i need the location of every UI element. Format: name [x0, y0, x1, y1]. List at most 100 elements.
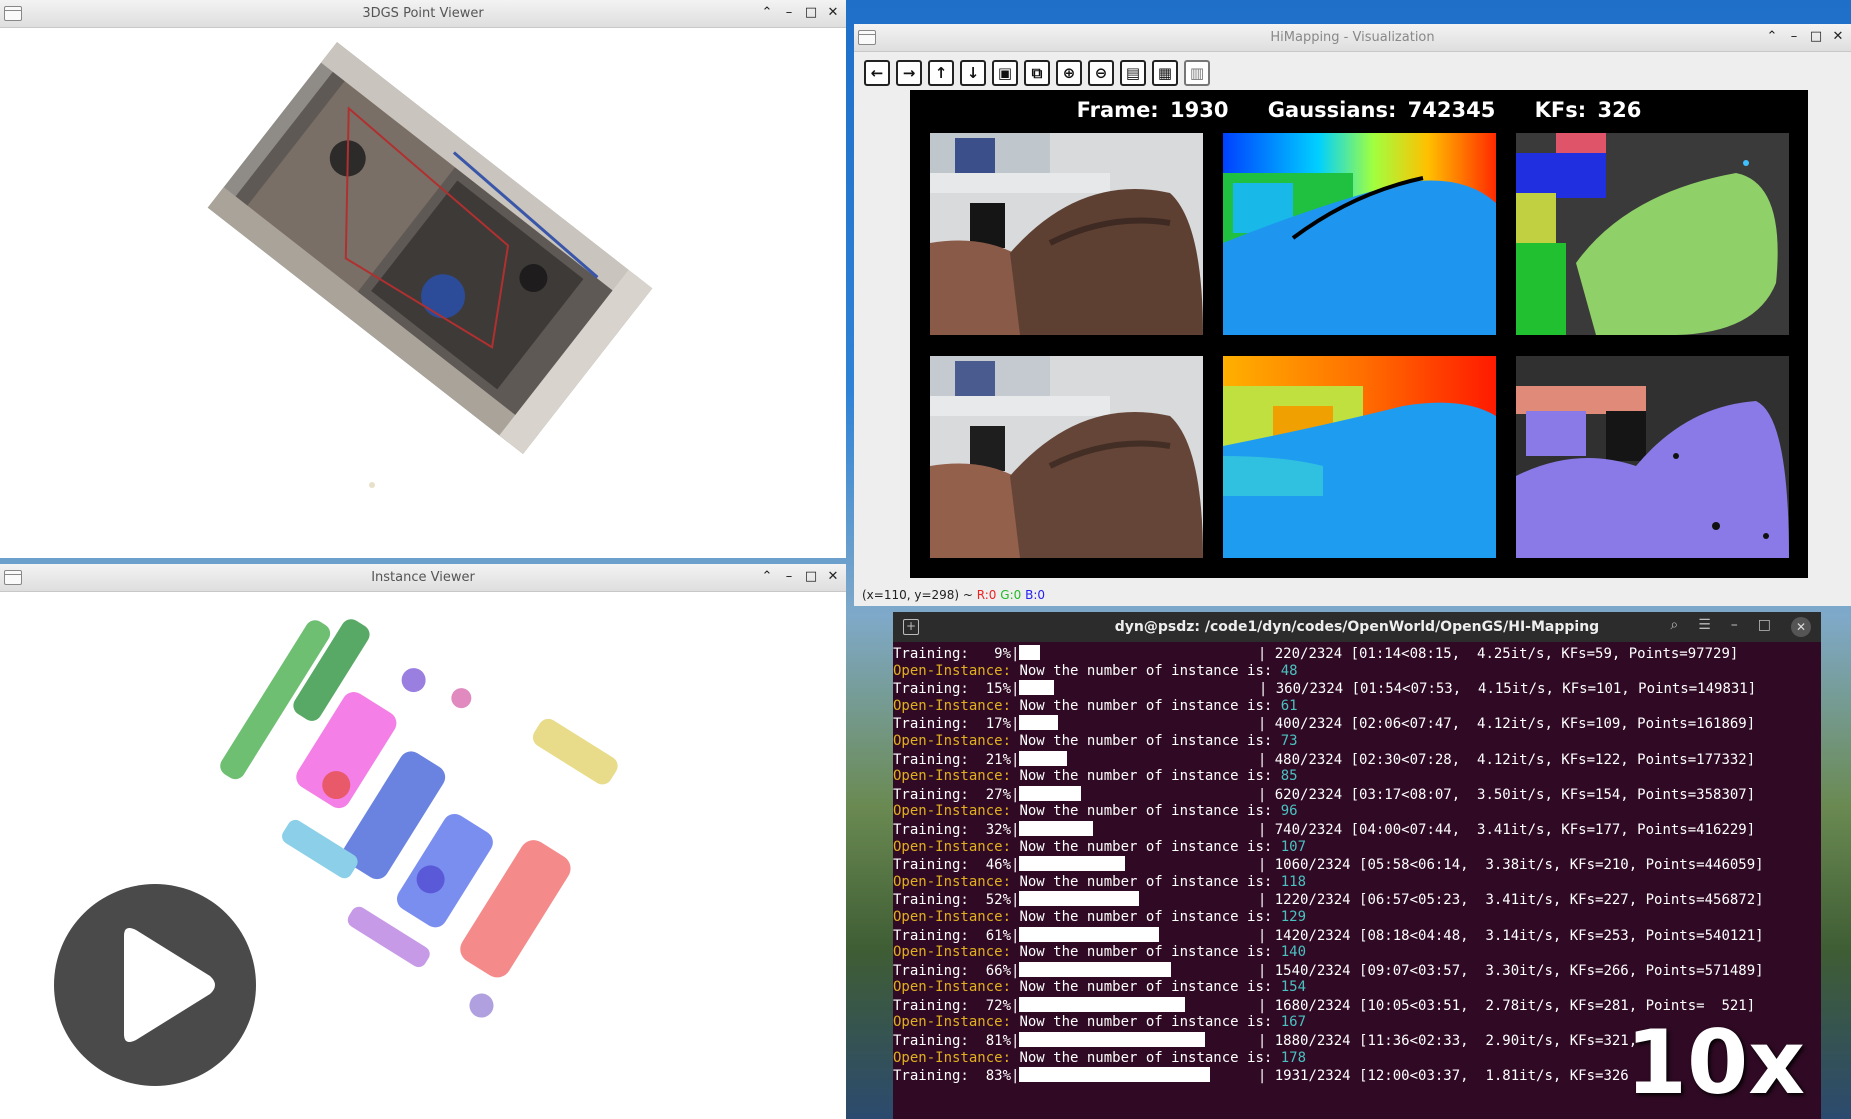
- chevron-up-icon[interactable]: ⌃: [760, 4, 774, 22]
- arrow-down-icon[interactable]: ↓: [960, 60, 986, 86]
- coord-g: G:0: [1000, 588, 1022, 602]
- maximize-icon[interactable]: □: [1809, 28, 1823, 46]
- point-viewer-window[interactable]: 3DGS Point Viewer ⌃ – □ ✕: [0, 0, 846, 558]
- training-line: Training: 32%| | 740/2324 [04:00<07:44, …: [893, 820, 1821, 839]
- minimize-icon[interactable]: –: [1731, 617, 1738, 637]
- search-icon[interactable]: ⌕: [1670, 617, 1678, 637]
- minimize-icon[interactable]: –: [1787, 28, 1801, 46]
- training-label: Training: 52%|: [893, 892, 1020, 909]
- progress-text: | 220/2324 [01:14<08:15, 4.25it/s, KFs=5…: [1249, 646, 1739, 662]
- instance-line: Open-Instance: Now the number of instanc…: [893, 909, 1821, 927]
- open-instance-label: Open-Instance:: [893, 838, 1012, 855]
- new-tab-icon[interactable]: +: [903, 619, 919, 635]
- close-icon[interactable]: ✕: [826, 568, 840, 586]
- arrow-right-icon[interactable]: →: [896, 60, 922, 86]
- open-instance-label: Open-Instance:: [893, 662, 1012, 679]
- arrow-left-icon[interactable]: ←: [864, 60, 890, 86]
- instance-message: Now the number of instance is:: [1011, 768, 1281, 785]
- window-title: 3DGS Point Viewer: [362, 6, 484, 21]
- coord-b: B:0: [1025, 588, 1046, 602]
- open-instance-label: Open-Instance:: [893, 979, 1012, 996]
- maximize-icon[interactable]: □: [804, 568, 818, 586]
- instance-message: Now the number of instance is:: [1011, 732, 1281, 749]
- close-icon[interactable]: ✕: [1791, 617, 1811, 637]
- frame-stat: Frame: 1930: [1076, 98, 1229, 122]
- minimize-icon[interactable]: –: [782, 4, 796, 22]
- gaussians-stat: Gaussians: 742345: [1267, 98, 1496, 122]
- zoom-in-icon[interactable]: ⊕: [1056, 60, 1082, 86]
- maximize-icon[interactable]: □: [804, 4, 818, 22]
- play-icon: [124, 928, 215, 1042]
- point-cloud-canvas[interactable]: [0, 28, 846, 558]
- window-menu-icon[interactable]: [4, 6, 22, 21]
- instance-viewer-titlebar[interactable]: Instance Viewer ⌃ – □ ✕: [0, 564, 846, 592]
- close-icon[interactable]: ✕: [1831, 28, 1845, 46]
- window-menu-icon[interactable]: [4, 570, 22, 585]
- frame-icon[interactable]: ▣: [992, 60, 1018, 86]
- training-label: Training: 61%|: [893, 927, 1020, 944]
- progress-bar-fill: [1019, 785, 1082, 801]
- progress-text: | 1880/2324 [11:36<02:33, 2.90it/s, KFs=…: [1249, 1033, 1638, 1050]
- training-line: Training: 61%| | 1420/2324 [08:18<04:48,…: [893, 926, 1821, 945]
- rgb-gt-tile: [930, 133, 1203, 335]
- instance-count: 73: [1280, 732, 1298, 749]
- instance-count: 129: [1280, 908, 1307, 925]
- instance-count: 118: [1280, 873, 1307, 890]
- progress-text: | 1060/2324 [05:58<06:14, 3.38it/s, KFs=…: [1249, 857, 1764, 874]
- progress-bar-fill: [1019, 1067, 1211, 1083]
- visualization-window[interactable]: HiMapping - Visualization ⌃ – □ ✕ ← → ↑ …: [854, 24, 1851, 606]
- window-menu-icon[interactable]: [858, 30, 876, 45]
- training-line: Training: 21%| | 480/2324 [02:30<07:28, …: [893, 750, 1821, 769]
- instance-line: Open-Instance: Now the number of instanc…: [893, 733, 1821, 751]
- instance-message: Now the number of instance is:: [1011, 944, 1281, 961]
- training-label: Training: 72%|: [893, 997, 1020, 1014]
- terminal-titlebar[interactable]: + dyn@psdz: /code1/dyn/codes/OpenWorld/O…: [893, 612, 1821, 642]
- visualization-figure[interactable]: Frame: 1930 Gaussians: 742345 KFs: 326: [910, 90, 1808, 578]
- instance-count: 154: [1280, 979, 1307, 996]
- training-line: Training: 15%| | 360/2324 [01:54<07:53, …: [893, 680, 1821, 698]
- coord-text: (x=110, y=298) ~: [862, 588, 977, 602]
- progress-text: | 1220/2324 [06:57<05:23, 3.41it/s, KFs=…: [1249, 892, 1764, 909]
- terminal-window[interactable]: + dyn@psdz: /code1/dyn/codes/OpenWorld/O…: [893, 612, 1821, 1119]
- export-icon[interactable]: ⧉: [1024, 60, 1050, 86]
- open-instance-label: Open-Instance:: [893, 768, 1012, 785]
- progress-bar-fill: [1019, 1032, 1206, 1048]
- chevron-up-icon[interactable]: ⌃: [1765, 28, 1779, 46]
- clipboard-icon[interactable]: ▦: [1152, 60, 1178, 86]
- zoom-out-icon[interactable]: ⊖: [1088, 60, 1114, 86]
- chevron-up-icon[interactable]: ⌃: [760, 568, 774, 586]
- training-label: Training: 15%|: [893, 681, 1020, 698]
- progress-text: | 400/2324 [02:06<07:47, 4.12it/s, KFs=1…: [1249, 716, 1756, 733]
- progress-text: | 360/2324 [01:54<07:53, 4.15it/s, KFs=1…: [1250, 681, 1757, 698]
- kfs-stat: KFs: 326: [1534, 98, 1642, 122]
- visualization-titlebar[interactable]: HiMapping - Visualization ⌃ – □ ✕: [854, 24, 1851, 52]
- maximize-icon[interactable]: □: [1758, 617, 1771, 637]
- close-icon[interactable]: ✕: [826, 4, 840, 22]
- instance-message: Now the number of instance is:: [1011, 908, 1281, 925]
- instance-message: Now the number of instance is:: [1011, 803, 1281, 820]
- speed-overlay: 10x: [1625, 1011, 1805, 1114]
- instance-count: 85: [1280, 768, 1298, 785]
- progress-bar-fill: [1019, 715, 1059, 731]
- progress-bar-fill: [1019, 680, 1055, 696]
- open-instance-label: Open-Instance:: [893, 1014, 1012, 1031]
- instance-count: 178: [1280, 1049, 1307, 1066]
- instance-line: Open-Instance: Now the number of instanc…: [893, 803, 1821, 821]
- play-button[interactable]: [54, 884, 256, 1086]
- instance-line: Open-Instance: Now the number of instanc…: [893, 768, 1821, 786]
- arrow-up-icon[interactable]: ↑: [928, 60, 954, 86]
- hamburger-menu-icon[interactable]: ☰: [1698, 617, 1711, 637]
- training-label: Training: 27%|: [893, 786, 1020, 803]
- rgb-render-tile: [930, 356, 1203, 558]
- settings-icon[interactable]: ▥: [1184, 60, 1210, 86]
- desktop: 3DGS Point Viewer ⌃ – □ ✕ Instance Viewe…: [0, 0, 1851, 1119]
- training-line: Training: 27%| | 620/2324 [03:17<08:07, …: [893, 785, 1821, 804]
- minimize-icon[interactable]: –: [782, 568, 796, 586]
- save-icon[interactable]: ▤: [1120, 60, 1146, 86]
- progress-bar-fill: [1019, 645, 1041, 660]
- training-line: Training: 17%| | 400/2324 [02:06<07:47, …: [893, 715, 1821, 733]
- point-viewer-titlebar[interactable]: 3DGS Point Viewer ⌃ – □ ✕: [0, 0, 846, 28]
- training-label: Training: 66%|: [893, 962, 1020, 979]
- instance-message: Now the number of instance is:: [1011, 697, 1281, 714]
- instance-line: Open-Instance: Now the number of instanc…: [893, 698, 1821, 716]
